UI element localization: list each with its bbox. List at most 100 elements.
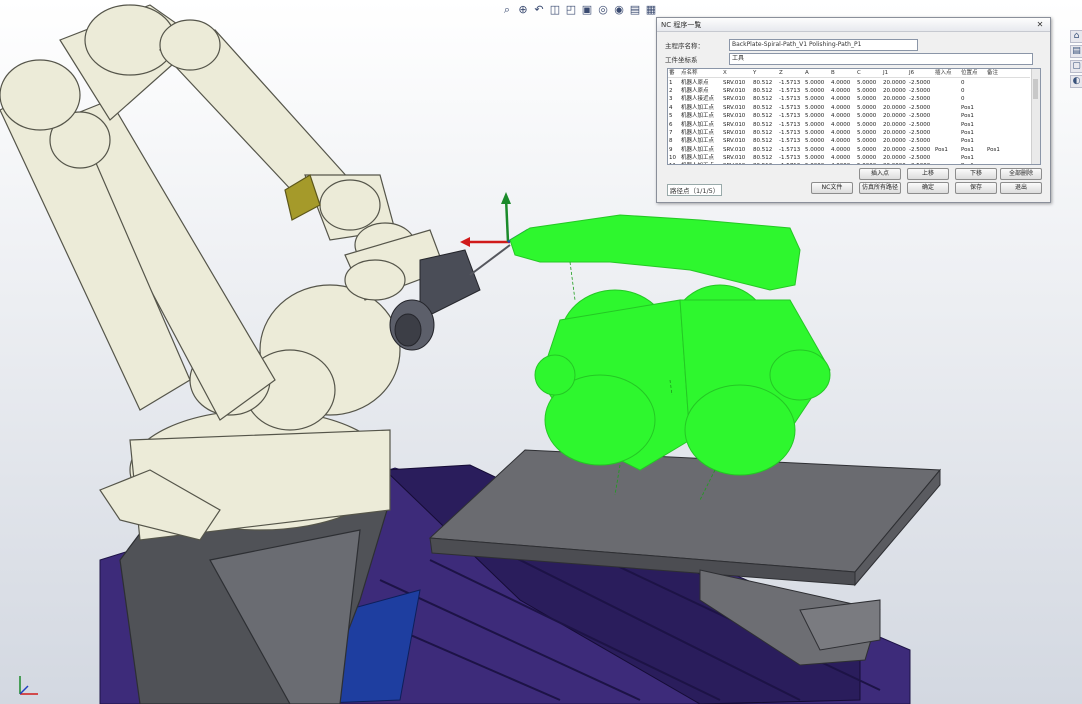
column-header[interactable]: 番 bbox=[668, 69, 680, 79]
column-header[interactable]: 插入点 bbox=[934, 69, 960, 79]
view-orientation-icon[interactable]: ◰ bbox=[564, 3, 578, 17]
table-cell: 80.512 bbox=[753, 87, 773, 94]
column-header[interactable]: A bbox=[804, 69, 830, 79]
column-header[interactable]: C bbox=[856, 69, 882, 79]
table-row[interactable]: 11机器人加工点SRV.01080.512-1.57135.00004.0000… bbox=[668, 162, 1030, 164]
table-cell: 80.512 bbox=[753, 155, 773, 162]
table-cell: 5.0000 bbox=[805, 146, 825, 153]
table-cell bbox=[986, 154, 1030, 162]
table-cell: Pos1 bbox=[987, 146, 1000, 153]
scene-icon[interactable]: ▤ bbox=[628, 3, 642, 17]
table-cell: -2.5000 bbox=[909, 146, 931, 153]
table-row[interactable]: 5 机器人加工点 SRV.010 80.512 -1.5713 5.0000 4.0000 5… bbox=[668, 112, 1030, 120]
file-explorer-icon[interactable]: ▢ bbox=[1070, 60, 1082, 73]
delete-all-button[interactable]: 全部删除 bbox=[1000, 168, 1042, 180]
table-cell: 5.0000 bbox=[857, 96, 877, 103]
column-header[interactable]: 位置点 bbox=[960, 69, 986, 79]
appearance-icon[interactable]: ◉ bbox=[612, 3, 626, 17]
table-cell: 80.512 bbox=[753, 104, 773, 111]
table-cell: 5.0000 bbox=[857, 87, 877, 94]
table-cell: 机器人加工点 bbox=[681, 138, 715, 145]
column-header[interactable]: B bbox=[830, 69, 856, 79]
reference-triad bbox=[19, 676, 38, 695]
table-row[interactable]: 6 机器人加工点 SRV.010 80.512 -1.5713 5.0000 4.0000 5… bbox=[668, 120, 1030, 128]
table-row[interactable]: 3 机器人接近点 SRV.010 80.512 -1.5713 5.0000 4.0000 5… bbox=[668, 95, 1030, 103]
table-cell: 1 bbox=[669, 79, 673, 86]
table-cell: -1.5713 bbox=[779, 113, 801, 120]
section-view-icon[interactable]: ◫ bbox=[548, 3, 562, 17]
table-cell: SRV.010 bbox=[723, 113, 746, 120]
table-cell: 机器人加工点 bbox=[681, 121, 715, 128]
table-cell bbox=[986, 129, 1030, 137]
display-style-icon[interactable]: ▣ bbox=[580, 3, 594, 17]
table-row[interactable]: 8 机器人加工点 SRV.010 80.512 -1.5713 5.0000 4.0000 5… bbox=[668, 137, 1030, 145]
path-point-table[interactable]: 番点名称 X Y Z A B C J1 J6 插入点 位置点 备注 1 机器人原点 SRV.010 80.5… bbox=[667, 68, 1041, 165]
tool-path-visualization[interactable] bbox=[509, 214, 831, 476]
column-header[interactable]: J6 bbox=[908, 69, 934, 79]
resources-icon[interactable]: ⌂ bbox=[1070, 30, 1082, 43]
table-row[interactable]: 10 机器人加工点 SRV.010 80.512 -1.5713 5.0000 4.0000… bbox=[668, 154, 1030, 162]
table-row[interactable]: 2 机器人原点 SRV.010 80.512 -1.5713 5.0000 4.0000 5.… bbox=[668, 87, 1030, 95]
table-scrollbar[interactable] bbox=[1031, 69, 1040, 164]
nc-program-dialog[interactable]: NC 程序一覧 ✕ 主程序名称： BackPlate-Spiral-Path_V… bbox=[656, 17, 1051, 203]
dialog-titlebar[interactable]: NC 程序一覧 ✕ bbox=[657, 18, 1050, 32]
table-cell: -1.5713 bbox=[778, 162, 804, 164]
appearances-icon[interactable]: ◐ bbox=[1070, 75, 1082, 88]
zoom-fit-icon[interactable]: ⌕ bbox=[500, 3, 514, 17]
table-cell: -2.5000 bbox=[909, 104, 931, 111]
table-cell: -2.5000 bbox=[909, 121, 931, 128]
table-cell: -1.5713 bbox=[779, 146, 801, 153]
table-cell bbox=[934, 154, 960, 162]
column-header[interactable]: Z bbox=[778, 69, 804, 79]
column-header[interactable]: 点名称 bbox=[680, 69, 722, 79]
table-cell: 4.0000 bbox=[831, 113, 851, 120]
save-button[interactable]: 保存 bbox=[955, 182, 997, 194]
table-row[interactable]: 7 机器人加工点 SRV.010 80.512 -1.5713 5.0000 4.0000 5… bbox=[668, 129, 1030, 137]
table-cell bbox=[986, 137, 1030, 145]
design-library-icon[interactable]: ▤ bbox=[1070, 45, 1082, 58]
program-name-field[interactable]: BackPlate-Spiral-Path_V1 Polishing-Path_… bbox=[729, 39, 918, 51]
table-row[interactable]: 4 机器人加工点 SRV.010 80.512 -1.5713 5.0000 4.0000 5… bbox=[668, 104, 1030, 112]
table-cell: Pos1 bbox=[960, 162, 986, 164]
coordinate-field[interactable]: 工具 bbox=[729, 53, 1033, 65]
column-header[interactable]: J1 bbox=[882, 69, 908, 79]
table-cell: Pos1 bbox=[961, 138, 974, 145]
table-cell bbox=[934, 87, 960, 95]
table-cell: -2.5000 bbox=[909, 138, 931, 145]
table-cell: SRV.010 bbox=[723, 155, 746, 162]
table-cell: 0 bbox=[961, 79, 965, 86]
column-header[interactable]: 备注 bbox=[986, 69, 1030, 79]
table-cell: -1.5713 bbox=[779, 129, 801, 136]
table-cell: 5.0000 bbox=[805, 96, 825, 103]
table-cell: -2.5000 bbox=[909, 79, 931, 86]
table-cell: Pos1 bbox=[961, 121, 974, 128]
ok-button[interactable]: 确定 bbox=[907, 182, 949, 194]
table-cell: 0 bbox=[961, 87, 965, 94]
move-up-button[interactable]: 上移 bbox=[907, 168, 949, 180]
table-cell: 80.512 bbox=[753, 129, 773, 136]
scrollbar-thumb[interactable] bbox=[1033, 79, 1038, 99]
dialog-title: NC 程序一覧 bbox=[661, 20, 702, 29]
simulate-all-button[interactable]: 仿真所有路径 bbox=[859, 182, 901, 194]
table-cell: -2.5000 bbox=[909, 113, 931, 120]
hide-show-icon[interactable]: ◎ bbox=[596, 3, 610, 17]
table-row[interactable]: 9 机器人加工点 SRV.010 80.512 -1.5713 5.0000 4.0000 5… bbox=[668, 146, 1030, 154]
nc-file-button[interactable]: NC文件 bbox=[811, 182, 853, 194]
table-cell: SRV.010 bbox=[723, 138, 746, 145]
table-cell: -2.5000 bbox=[909, 129, 931, 136]
table-cell: 20.0000 bbox=[883, 113, 906, 120]
close-icon[interactable]: ✕ bbox=[1034, 20, 1046, 30]
insert-point-button[interactable]: 插入点 bbox=[859, 168, 901, 180]
table-cell: -1.5713 bbox=[779, 138, 801, 145]
exit-button[interactable]: 退出 bbox=[1000, 182, 1042, 194]
view-settings-icon[interactable]: ▦ bbox=[644, 3, 658, 17]
previous-view-icon[interactable]: ↶ bbox=[532, 3, 546, 17]
move-down-button[interactable]: 下移 bbox=[955, 168, 997, 180]
column-header[interactable]: X bbox=[722, 69, 752, 79]
table-cell: 20.0000 bbox=[883, 121, 906, 128]
column-header[interactable]: Y bbox=[752, 69, 778, 79]
zoom-area-icon[interactable]: ⊕ bbox=[516, 3, 530, 17]
table-cell: 11 bbox=[668, 162, 680, 164]
table-row[interactable]: 1 机器人原点 SRV.010 80.512 -1.5713 5.0000 4.0000 5.… bbox=[668, 78, 1030, 87]
table-cell bbox=[934, 104, 960, 112]
